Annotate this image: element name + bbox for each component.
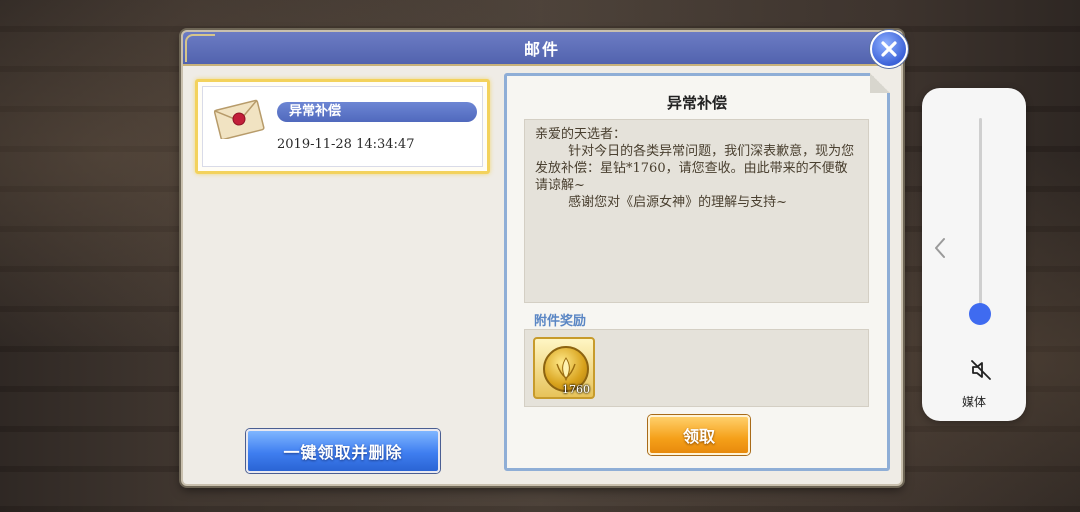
close-icon [881, 41, 897, 57]
volume-slider-track[interactable] [979, 118, 982, 324]
mail-detail-title: 异常补偿 [666, 94, 727, 112]
mail-list-item[interactable]: 异常补偿 2019-11-28 14:34:47 [195, 79, 490, 174]
mail-body-box: 亲爱的天选者： 针对今日的各类异常问题，我们深表歉意，现为您发放补偿：星钻*17… [524, 119, 869, 303]
volume-stream-label: 媒体 [961, 395, 986, 409]
claim-button[interactable]: 领取 [648, 415, 750, 455]
chevron-left-icon[interactable] [930, 236, 950, 260]
volume-overlay: 媒体 [922, 88, 1026, 421]
reward-item-slot[interactable]: 1760 [533, 337, 595, 399]
corner-ornament-icon [185, 34, 215, 62]
mail-subject: 异常补偿 [277, 102, 477, 122]
attachment-label: 附件奖励 [534, 314, 587, 329]
envelope-icon [213, 99, 265, 139]
attachment-box: 1760 [524, 329, 869, 407]
mail-body-text: 亲爱的天选者： 针对今日的各类异常问题，我们深表歉意，现为您发放补偿：星钻*17… [535, 127, 855, 210]
mail-date: 2019-11-28 14:34:47 [277, 137, 415, 152]
close-button[interactable] [870, 30, 908, 68]
page-fold-corner [870, 73, 890, 93]
claim-all-and-delete-button[interactable]: 一键领取并删除 [246, 429, 440, 473]
volume-slider-knob[interactable] [969, 302, 991, 325]
reward-quantity: 1760 [562, 383, 590, 396]
mail-item-card: 异常补偿 2019-11-28 14:34:47 [202, 86, 483, 167]
mail-detail-panel: 异常补偿 亲爱的天选者： 针对今日的各类异常问题，我们深表歉意，现为您发放补偿：… [504, 73, 890, 471]
window-title: 邮件 [523, 40, 560, 59]
speaker-muted-icon[interactable] [969, 358, 993, 382]
title-bar: 邮件 [183, 32, 901, 66]
